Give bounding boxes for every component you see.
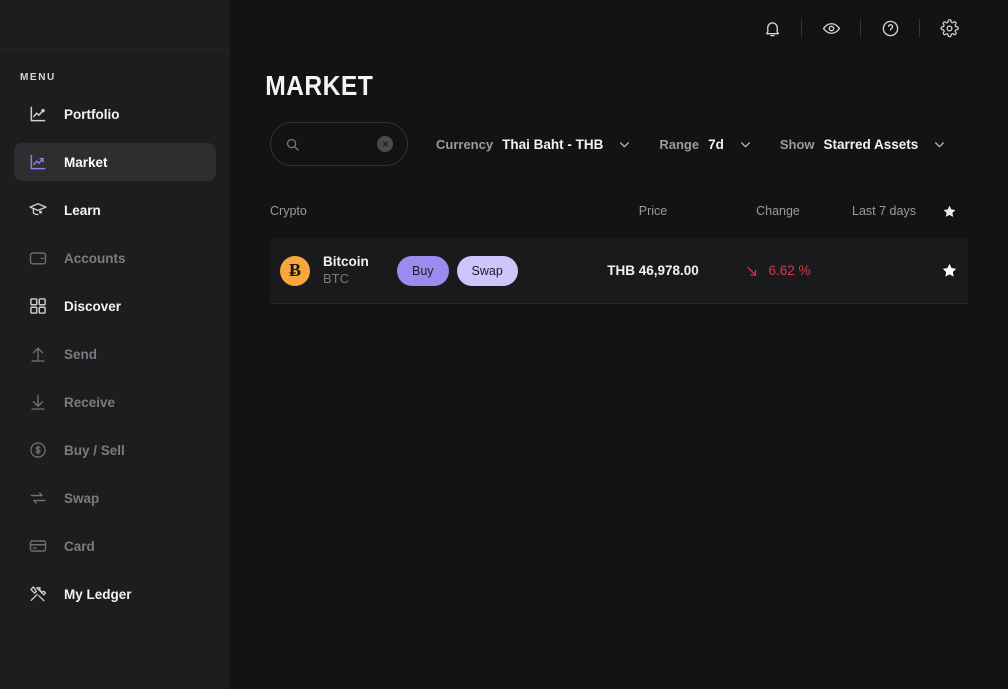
- swap-arrows-icon: [28, 488, 48, 508]
- eye-icon[interactable]: [816, 13, 846, 43]
- graduation-cap-icon: [28, 200, 48, 220]
- coin-names: Bitcoin BTC: [323, 254, 397, 287]
- top-toolbar: [230, 0, 1008, 56]
- sidebar-item-my-ledger[interactable]: My Ledger: [14, 575, 216, 613]
- range-dropdown-label: Range: [659, 136, 700, 152]
- chevron-down-icon: [620, 141, 630, 147]
- sidebar-item-label: Discover: [64, 298, 122, 314]
- sidebar-item-portfolio[interactable]: Portfolio: [14, 95, 216, 133]
- chevron-down-icon: [740, 141, 750, 147]
- sidebar-item-market[interactable]: Market: [14, 143, 216, 181]
- search-input[interactable]: [310, 137, 367, 151]
- column-header-change: Change: [756, 204, 800, 218]
- star-icon: [943, 205, 955, 217]
- coin-name: Bitcoin: [323, 253, 369, 269]
- currency-dropdown-label: Currency: [436, 136, 494, 152]
- page-title: MARKET: [265, 70, 374, 101]
- sidebar-item-discover[interactable]: Discover: [14, 287, 216, 325]
- column-header-price: Price: [638, 204, 668, 218]
- show-dropdown-value: Starred Assets: [823, 136, 919, 152]
- column-header-crypto: Crypto: [270, 204, 307, 218]
- sidebar: MENU Portfolio Market Learn Accounts Dis…: [0, 0, 230, 689]
- search-box[interactable]: [270, 122, 408, 166]
- sidebar-item-label: Learn: [64, 202, 101, 218]
- table-row[interactable]: Ƀ Bitcoin BTC Buy Swap THB 46,978.00 6.6…: [270, 238, 968, 304]
- range-dropdown-value: 7d: [708, 136, 724, 152]
- arrow-down-icon: [28, 392, 48, 412]
- toolbar-divider: [801, 19, 802, 37]
- column-header-star[interactable]: [930, 204, 968, 219]
- sidebar-item-send[interactable]: Send: [14, 335, 216, 373]
- buy-button[interactable]: Buy: [397, 255, 449, 286]
- sidebar-item-label: Portfolio: [64, 106, 120, 122]
- tools-icon: [28, 584, 48, 604]
- row-star-toggle[interactable]: [930, 262, 968, 279]
- star-icon: [942, 263, 956, 277]
- sidebar-item-card[interactable]: Card: [14, 527, 216, 565]
- chart-trend-icon: [28, 152, 48, 172]
- sidebar-menu-label: MENU: [20, 72, 56, 83]
- bell-icon[interactable]: [757, 13, 787, 43]
- help-circle-icon[interactable]: [875, 13, 905, 43]
- chevron-down-icon: [935, 141, 945, 147]
- main-content: MARKET Currency Thai Baht - THB Range 7d…: [230, 0, 1008, 689]
- row-crypto-cell: Ƀ Bitcoin BTC Buy Swap: [270, 254, 588, 287]
- grid-apps-icon: [28, 296, 48, 316]
- currency-dropdown[interactable]: Currency Thai Baht - THB: [436, 137, 631, 152]
- sidebar-item-buy-sell[interactable]: Buy / Sell: [14, 431, 216, 469]
- sidebar-item-receive[interactable]: Receive: [14, 383, 216, 421]
- sidebar-item-label: My Ledger: [64, 586, 132, 602]
- row-change-value: 6.62 %: [768, 263, 811, 278]
- sidebar-item-label: Card: [64, 538, 95, 554]
- swap-button[interactable]: Swap: [456, 255, 518, 286]
- sidebar-nav: Portfolio Market Learn Accounts Discover…: [0, 95, 230, 613]
- show-dropdown[interactable]: Show Starred Assets: [780, 137, 946, 152]
- arrow-up-icon: [28, 344, 48, 364]
- column-header-last-days: Last 7 days: [852, 204, 916, 218]
- arrow-trend-down-icon: [747, 266, 757, 276]
- coin-ticker: BTC: [323, 270, 349, 286]
- toolbar-divider: [860, 19, 861, 37]
- range-dropdown[interactable]: Range 7d: [659, 137, 752, 152]
- sidebar-item-label: Accounts: [64, 250, 126, 266]
- row-price: THB 46,978.00: [607, 263, 699, 278]
- market-table: Crypto Price Change Last 7 days Ƀ Bitcoi…: [270, 196, 968, 304]
- sidebar-header: [0, 0, 230, 50]
- wallet-icon: [28, 248, 48, 268]
- app-root: MENU Portfolio Market Learn Accounts Dis…: [0, 0, 1008, 689]
- show-dropdown-label: Show: [779, 136, 815, 152]
- search-icon: [286, 138, 299, 151]
- currency-dropdown-value: Thai Baht - THB: [502, 136, 604, 152]
- sidebar-item-label: Send: [64, 346, 98, 362]
- row-change: 6.62 %: [718, 263, 838, 278]
- bitcoin-icon: Ƀ: [280, 255, 310, 286]
- sidebar-item-swap[interactable]: Swap: [14, 479, 216, 517]
- sidebar-item-label: Buy / Sell: [64, 442, 125, 458]
- chart-line-icon: [28, 104, 48, 124]
- toolbar-divider: [919, 19, 920, 37]
- sidebar-item-learn[interactable]: Learn: [14, 191, 216, 229]
- sidebar-item-label: Swap: [64, 490, 100, 506]
- credit-card-icon: [28, 536, 48, 556]
- close-circle-icon[interactable]: [377, 136, 393, 152]
- sidebar-item-label: Market: [64, 154, 108, 170]
- sidebar-item-accounts[interactable]: Accounts: [14, 239, 216, 277]
- gear-icon[interactable]: [934, 13, 964, 43]
- dollar-circle-icon: [28, 440, 48, 460]
- table-header-row: Crypto Price Change Last 7 days: [270, 196, 968, 226]
- sidebar-item-label: Receive: [64, 394, 116, 410]
- filter-bar: Currency Thai Baht - THB Range 7d Show S…: [230, 102, 1008, 166]
